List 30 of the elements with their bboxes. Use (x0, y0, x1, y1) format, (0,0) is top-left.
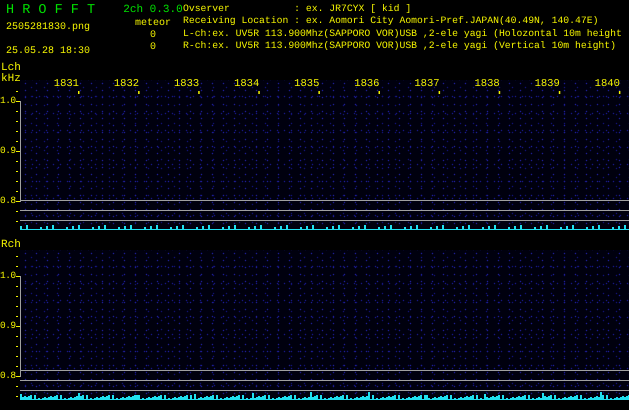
frequency-tick-label: 0.8 (0, 195, 16, 207)
frequency-tick-label: 1.0 (0, 95, 16, 107)
frequency-tick-label: 0.8 (0, 370, 16, 382)
frequency-tick-label: 1.0 (0, 270, 16, 282)
time-tick-label: 1836 (353, 78, 380, 90)
time-tick-label: 1838 (473, 78, 500, 90)
channel-label: Lch (1, 63, 21, 74)
time-tick-label: 1835 (293, 78, 320, 90)
frequency-tick-label: 0.9 (0, 145, 16, 157)
frequency-tick-label: 0.9 (0, 320, 16, 332)
time-tick-label: 1837 (413, 78, 440, 90)
datetime-label: 25.05.28 18:30 (6, 46, 92, 58)
info-line: Ovserver : ex. JR7CYX [ kid ] (183, 3, 412, 16)
version-label: 2ch 0.3.0 (123, 3, 183, 17)
mode-label: meteor (134, 17, 171, 30)
count-label: 0 (150, 30, 156, 42)
time-tick-label: 1840 (594, 78, 620, 90)
time-tick-label: 1839 (534, 78, 560, 90)
info-line: R-ch:ex. UV5R 113.900Mhz(SAPPORO VOR)USB ,2-ele yagi (Vertical 10m height) (183, 40, 617, 52)
app-title: H R O F F T (6, 3, 96, 19)
time-tick-label: 1832 (112, 78, 140, 90)
unit-label: kHz (1, 74, 21, 85)
time-tick-label: 1834 (233, 78, 260, 90)
time-tick-label: 1831 (52, 78, 79, 90)
filename-label: 2505281830.png (6, 22, 92, 34)
time-tick-label: 1833 (172, 78, 200, 90)
count-label: 0 (150, 42, 156, 54)
info-line: L-ch:ex. UV5R 113.900Mhz(SAPPORO VOR)USB ,2-ele yagi (Holozontal 10m height (183, 28, 623, 40)
channel-label: Rch (1, 240, 21, 251)
info-line: Receiving Location : ex. Aomori City Aomori-Pref.JAPAN(40.49N, 140.47E) (183, 15, 600, 28)
